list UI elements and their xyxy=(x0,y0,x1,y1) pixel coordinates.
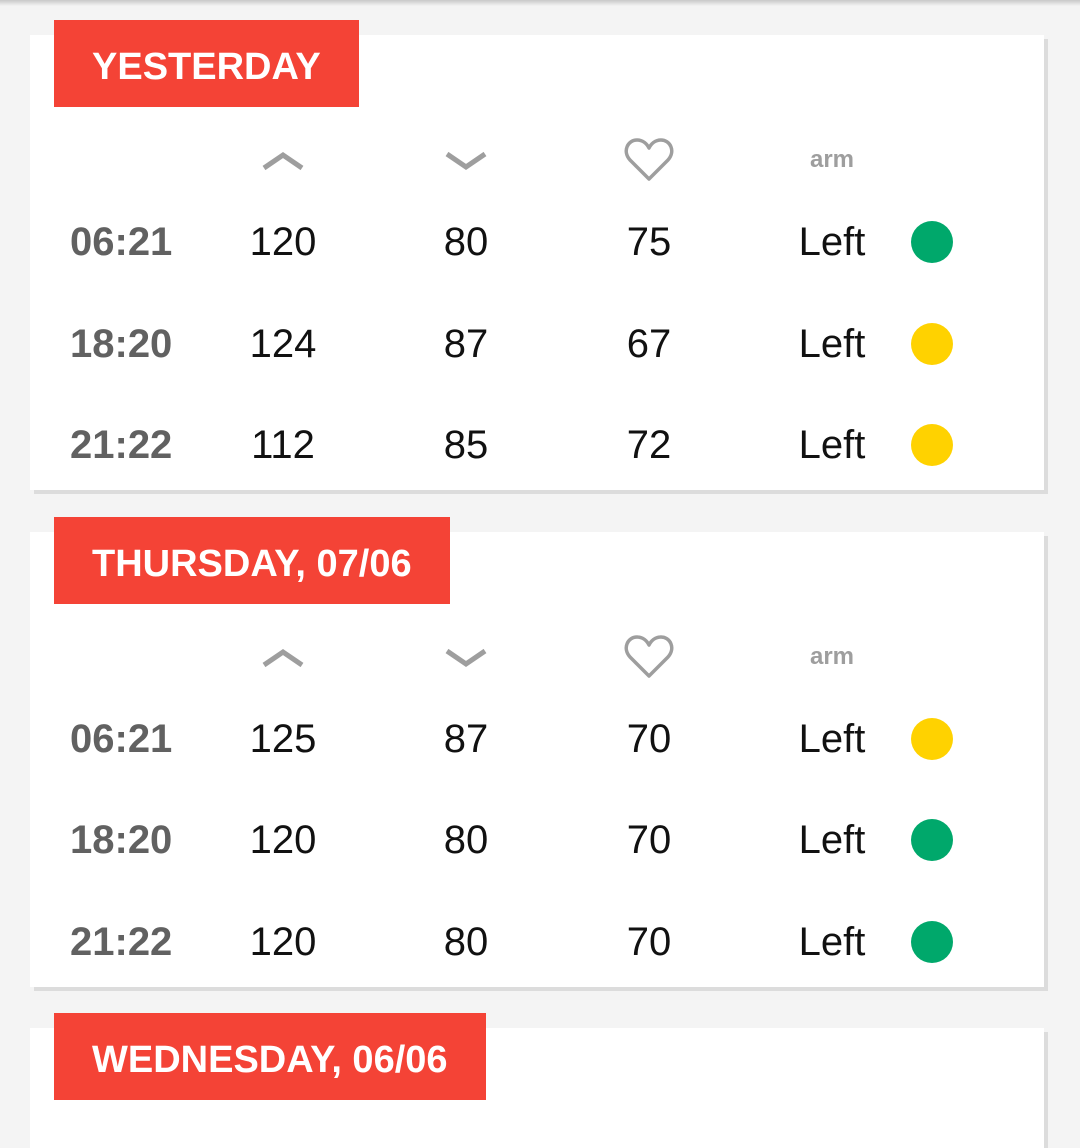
pulse-value: 67 xyxy=(626,322,672,366)
diastolic-value: 85 xyxy=(443,423,489,467)
heart-outline-icon xyxy=(589,135,709,185)
chevron-down-icon xyxy=(406,135,526,185)
arm-value: Left xyxy=(798,717,866,761)
systolic-value: 125 xyxy=(249,717,317,761)
arm-value: Left xyxy=(798,322,866,366)
reading-row[interactable]: 21:22 120 80 70 Left xyxy=(30,902,1044,982)
day-card-wednesday: WEDNESDAY, 06/06 xyxy=(30,1013,1044,1148)
status-indicator xyxy=(911,221,953,263)
pulse-value: 75 xyxy=(626,220,672,264)
arm-column-label: arm xyxy=(809,146,855,173)
day-card-yesterday: YESTERDAY arm 06:21 120 80 75 Left 18:20… xyxy=(30,20,1044,490)
arm-column-label: arm xyxy=(809,643,855,670)
status-indicator xyxy=(911,424,953,466)
arm-value: Left xyxy=(798,920,866,964)
reading-row[interactable]: 21:22 112 85 72 Left xyxy=(30,405,1044,485)
diastolic-value: 87 xyxy=(443,717,489,761)
arm-value: Left xyxy=(798,423,866,467)
systolic-value: 120 xyxy=(249,220,317,264)
chevron-down-icon xyxy=(406,632,526,682)
chevron-up-icon xyxy=(223,135,343,185)
systolic-value: 120 xyxy=(249,818,317,862)
day-card-thursday: THURSDAY, 07/06 arm 06:21 125 87 70 Left… xyxy=(30,517,1044,987)
reading-row[interactable]: 18:20 124 87 67 Left xyxy=(30,304,1044,384)
diastolic-value: 87 xyxy=(443,322,489,366)
column-header-row: arm xyxy=(30,632,1044,682)
heart-outline-icon xyxy=(589,632,709,682)
status-indicator xyxy=(911,921,953,963)
systolic-value: 124 xyxy=(249,322,317,366)
reading-row[interactable]: 18:20 120 80 70 Left xyxy=(30,800,1044,880)
pulse-value: 70 xyxy=(626,818,672,862)
pulse-value: 70 xyxy=(626,717,672,761)
reading-row[interactable]: 06:21 120 80 75 Left xyxy=(30,202,1044,282)
arm-value: Left xyxy=(798,220,866,264)
column-header-row: arm xyxy=(30,135,1044,185)
pulse-value: 72 xyxy=(626,423,672,467)
status-indicator xyxy=(911,323,953,365)
chevron-up-icon xyxy=(223,632,343,682)
status-indicator xyxy=(911,819,953,861)
day-header: WEDNESDAY, 06/06 xyxy=(54,1013,486,1100)
app-bar-shadow xyxy=(0,0,1080,6)
diastolic-value: 80 xyxy=(443,220,489,264)
diastolic-value: 80 xyxy=(443,920,489,964)
systolic-value: 120 xyxy=(249,920,317,964)
day-header: YESTERDAY xyxy=(54,20,359,107)
reading-row[interactable]: 06:21 125 87 70 Left xyxy=(30,699,1044,779)
status-indicator xyxy=(911,718,953,760)
pulse-value: 70 xyxy=(626,920,672,964)
systolic-value: 112 xyxy=(251,423,315,467)
diastolic-value: 80 xyxy=(443,818,489,862)
arm-value: Left xyxy=(798,818,866,862)
day-header: THURSDAY, 07/06 xyxy=(54,517,450,604)
